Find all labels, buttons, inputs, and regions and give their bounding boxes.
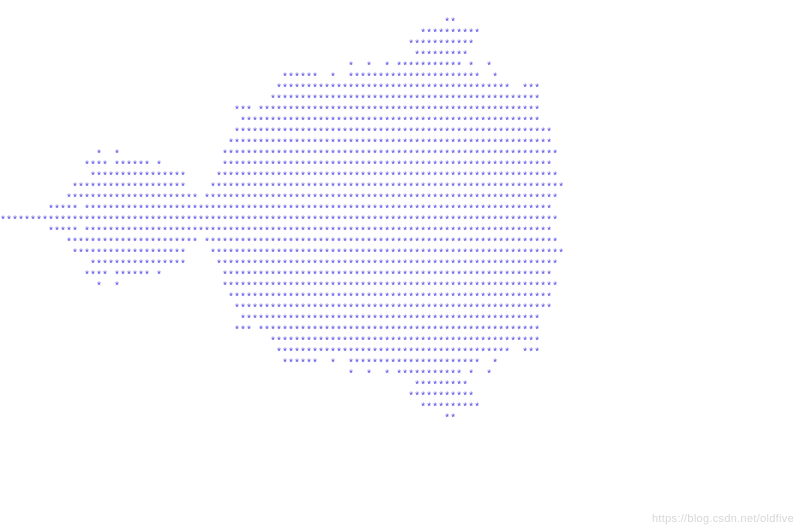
source-watermark: https://blog.csdn.net/oldfive: [652, 513, 794, 525]
ascii-art-block: ** ********** ***********: [0, 18, 564, 425]
